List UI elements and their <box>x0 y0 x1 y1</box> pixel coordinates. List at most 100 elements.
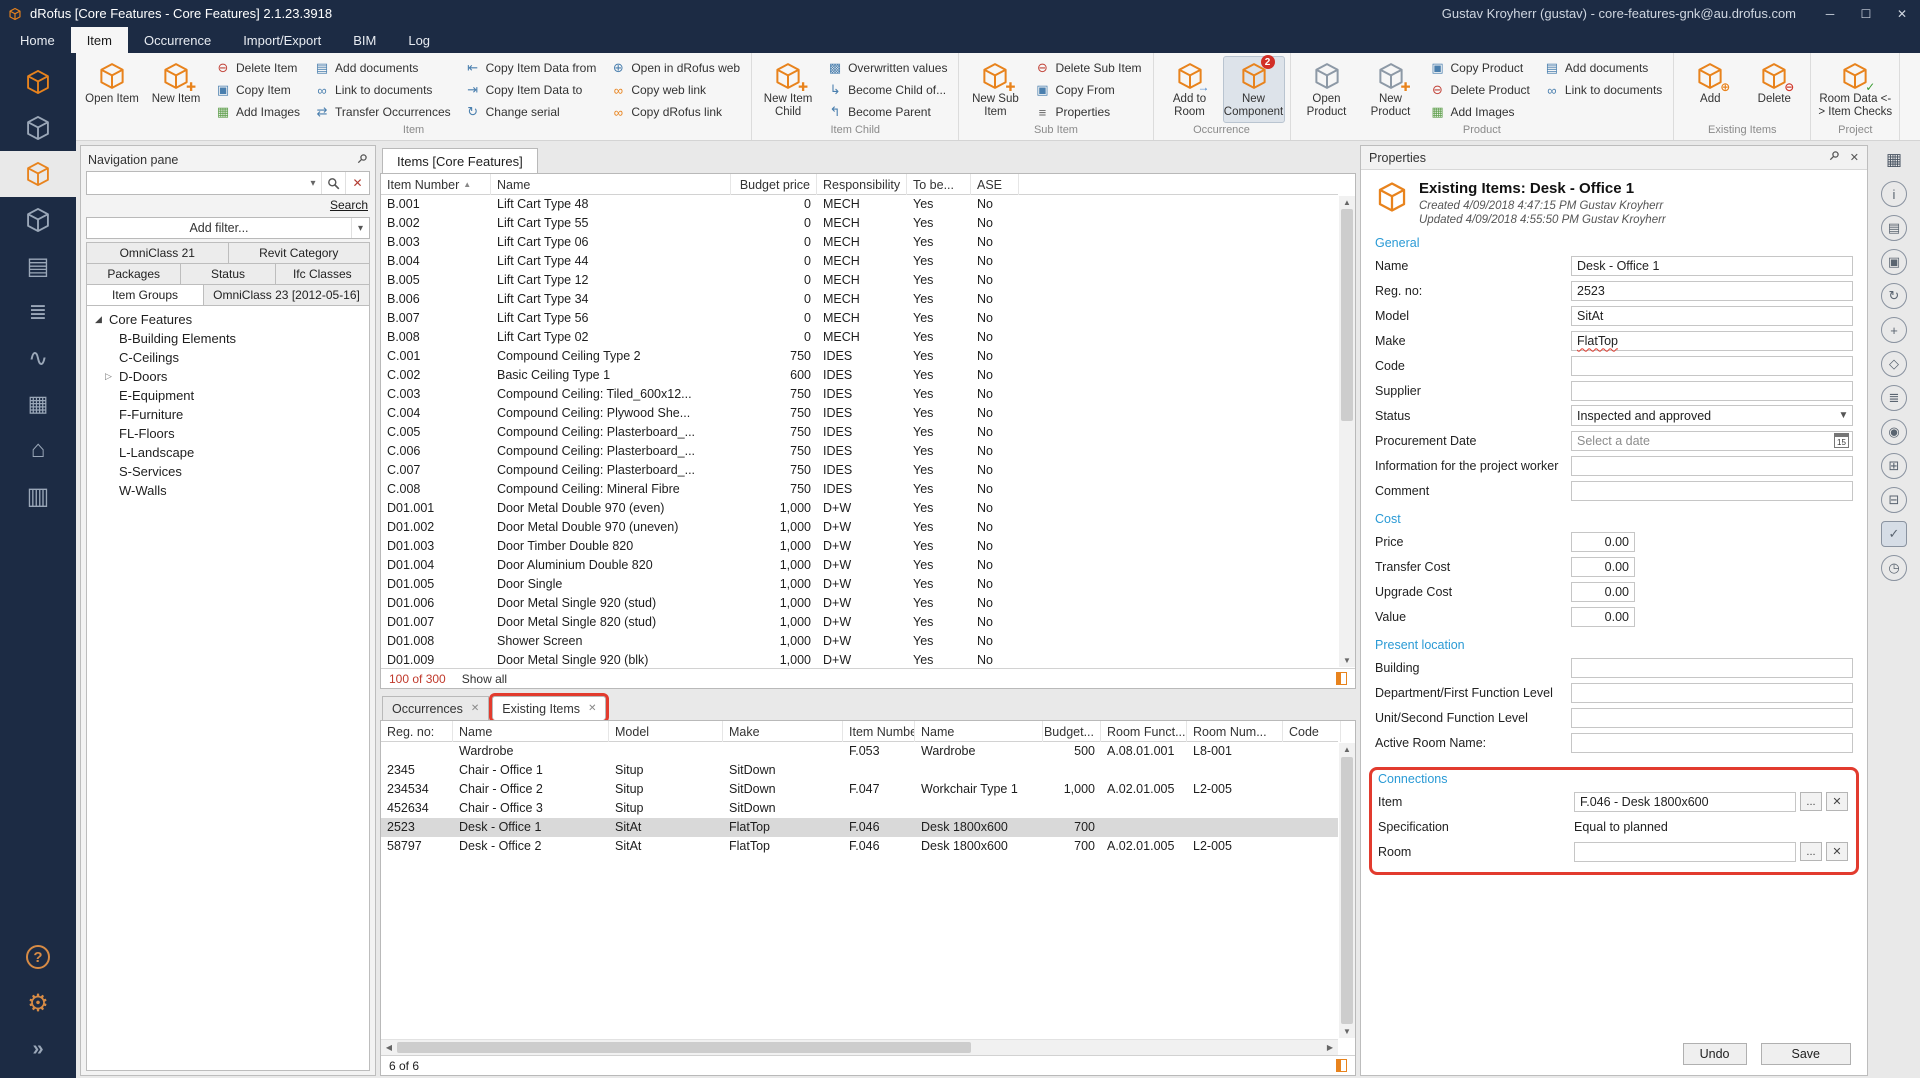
table-row[interactable]: B.002Lift Cart Type 550MECHYesNo <box>381 214 1338 233</box>
link-to-documents-button[interactable]: ∞Link to documents <box>308 79 457 101</box>
pin-icon[interactable] <box>356 153 368 168</box>
add-button[interactable]: ⊕Add <box>1679 56 1741 123</box>
tree-node-d-doors[interactable]: ▷D-Doors <box>87 367 369 386</box>
scrollbar-thumb[interactable] <box>397 1042 971 1053</box>
minimize-button[interactable]: ─ <box>1812 0 1848 27</box>
become-child-of-button[interactable]: ↳Become Child of... <box>821 79 953 101</box>
delete-button[interactable]: ⊖Delete <box>1743 56 1805 123</box>
field-select-status[interactable]: Inspected and approved▼ <box>1571 405 1853 426</box>
cube-icon[interactable] <box>0 59 76 105</box>
table-row[interactable]: B.004Lift Cart Type 440MECHYesNo <box>381 252 1338 271</box>
transfer-occurrences-button[interactable]: ⇄Transfer Occurrences <box>308 101 457 123</box>
scroll-up-icon[interactable]: ▲ <box>1343 196 1351 209</box>
boxes-icon[interactable] <box>0 105 76 151</box>
table-row[interactable]: 58797Desk - Office 2SitAtFlatTopF.046Des… <box>381 837 1338 856</box>
filter-tab-item-groups[interactable]: Item Groups <box>86 284 204 306</box>
filter-tab-packages[interactable]: Packages <box>86 263 181 285</box>
tree-node-core-features[interactable]: ◢Core Features <box>87 310 369 329</box>
delete-product-button[interactable]: ⊖Delete Product <box>1424 79 1536 101</box>
field-date-procurement-date[interactable]: Select a date15 <box>1571 431 1853 451</box>
link-to-documents-button[interactable]: ∞Link to documents <box>1538 79 1668 101</box>
close-tab-icon[interactable]: ✕ <box>588 703 596 714</box>
column-header-item-number-0[interactable]: Item Number▲ <box>381 174 491 195</box>
documents-icon[interactable]: ▤ <box>1881 215 1907 241</box>
report-icon[interactable] <box>1336 1059 1347 1072</box>
table-row[interactable]: C.002Basic Ceiling Type 1600IDESYesNo <box>381 366 1338 385</box>
clear-item-icon[interactable]: ✕ <box>1826 792 1848 811</box>
field-input-supplier[interactable] <box>1571 381 1853 401</box>
sync-icon[interactable]: ↻ <box>1881 283 1907 309</box>
scrollbar-thumb[interactable] <box>1341 209 1353 421</box>
vertical-scrollbar[interactable]: ▲ ▼ <box>1339 196 1355 667</box>
table-row[interactable]: 2345Chair - Office 1SitupSitDown <box>381 761 1338 780</box>
table-row[interactable]: C.001Compound Ceiling Type 2750IDESYesNo <box>381 347 1338 366</box>
add-documents-button[interactable]: ▤Add documents <box>1538 57 1668 79</box>
room-connection-input[interactable] <box>1574 842 1796 862</box>
table-row[interactable]: C.007Compound Ceiling: Plasterboard_...7… <box>381 461 1338 480</box>
table-row[interactable]: D01.007Door Metal Single 820 (stud)1,000… <box>381 613 1338 632</box>
open-product-button[interactable]: Open Product <box>1296 56 1358 123</box>
parts-icon[interactable]: ⊞ <box>1881 453 1907 479</box>
column-header-code-9[interactable]: Code <box>1283 721 1341 742</box>
filter-tab-revit-category[interactable]: Revit Category <box>228 242 371 264</box>
column-header-make-3[interactable]: Make <box>723 721 843 742</box>
database-icon[interactable]: ≣ <box>0 289 76 335</box>
table-row[interactable]: 2523Desk - Office 1SitAtFlatTopF.046Desk… <box>381 818 1338 837</box>
new-item-button[interactable]: ✚New Item <box>145 56 207 123</box>
cable-icon[interactable]: ∿ <box>0 335 76 381</box>
show-all-link[interactable]: Show all <box>462 672 507 686</box>
tree-node-l-landscape[interactable]: L-Landscape <box>87 443 369 462</box>
column-header-to-be-4[interactable]: To be... <box>907 174 971 195</box>
field-input-name[interactable] <box>1571 256 1853 276</box>
copy-web-link-button[interactable]: ∞Copy web link <box>604 79 746 101</box>
menu-item[interactable]: Item <box>71 27 128 53</box>
tree-node-f-furniture[interactable]: F-Furniture <box>87 405 369 424</box>
table-row[interactable]: B.008Lift Cart Type 020MECHYesNo <box>381 328 1338 347</box>
add-filter-dropdown[interactable]: Add filter... ▾ <box>86 217 370 239</box>
undo-button[interactable]: Undo <box>1683 1043 1747 1065</box>
copy-item-button[interactable]: ▣Copy Item <box>209 79 306 101</box>
settings-icon[interactable]: ⚙ <box>0 980 76 1026</box>
document-icon[interactable]: ▤ <box>0 243 76 289</box>
clear-room-icon[interactable]: ✕ <box>1826 842 1848 861</box>
tree-node-w-walls[interactable]: W-Walls <box>87 481 369 500</box>
menu-import-export[interactable]: Import/Export <box>227 27 337 53</box>
copy-item-data-to-button[interactable]: ⇥Copy Item Data to <box>459 79 603 101</box>
field-input-model[interactable] <box>1571 306 1853 326</box>
calendar-icon[interactable]: 15 <box>1834 433 1849 448</box>
field-input-reg-no[interactable] <box>1571 281 1853 301</box>
field-input-department-first-function-level[interactable] <box>1571 683 1853 703</box>
model-icon[interactable]: ◇ <box>1881 351 1907 377</box>
add-to-room-button[interactable]: →Add to Room <box>1159 56 1221 123</box>
move-icon[interactable]: + <box>1881 317 1907 343</box>
tree-node-e-equipment[interactable]: E-Equipment <box>87 386 369 405</box>
clear-search-icon[interactable]: ✕ <box>345 172 369 194</box>
tree-node-b-building-elements[interactable]: B-Building Elements <box>87 329 369 348</box>
approved-icon[interactable]: ✓ <box>1881 521 1907 547</box>
chevrons-icon[interactable]: » <box>0 1026 76 1072</box>
table-row[interactable]: D01.008Shower Screen1,000D+WYesNo <box>381 632 1338 651</box>
column-header-budget-6[interactable]: Budget... <box>1043 721 1101 742</box>
help-icon[interactable]: ? <box>0 934 76 980</box>
table-row[interactable]: C.008Compound Ceiling: Mineral Fibre750I… <box>381 480 1338 499</box>
table-row[interactable]: D01.004Door Aluminium Double 8201,000D+W… <box>381 556 1338 575</box>
table-row[interactable]: C.006Compound Ceiling: Plasterboard_...7… <box>381 442 1338 461</box>
kit-icon[interactable]: ⊟ <box>1881 487 1907 513</box>
copy-drofus-link-button[interactable]: ∞Copy dRofus link <box>604 101 746 123</box>
scroll-down-icon[interactable]: ▼ <box>1343 1025 1351 1038</box>
chevron-down-icon[interactable]: ▾ <box>305 178 321 189</box>
new-item-child-button[interactable]: ✚New Item Child <box>757 56 819 123</box>
scroll-up-icon[interactable]: ▲ <box>1343 743 1351 756</box>
browse-room-button[interactable]: ... <box>1800 842 1822 861</box>
delete-sub-item-button[interactable]: ⊖Delete Sub Item <box>1028 57 1147 79</box>
tree-node-fl-floors[interactable]: FL-Floors <box>87 424 369 443</box>
column-header-item-number-4[interactable]: Item Number <box>843 721 915 742</box>
scroll-left-icon[interactable]: ◀ <box>381 1043 397 1052</box>
maximize-button[interactable]: ☐ <box>1848 0 1884 27</box>
tree-node-c-ceilings[interactable]: C-Ceilings <box>87 348 369 367</box>
horizontal-scrollbar[interactable]: ◀ ▶ <box>381 1039 1338 1055</box>
new-product-button[interactable]: ✚New Product <box>1360 56 1422 123</box>
menu-occurrence[interactable]: Occurrence <box>128 27 227 53</box>
menu-home[interactable]: Home <box>4 27 71 53</box>
overwritten-values-button[interactable]: ▩Overwritten values <box>821 57 953 79</box>
